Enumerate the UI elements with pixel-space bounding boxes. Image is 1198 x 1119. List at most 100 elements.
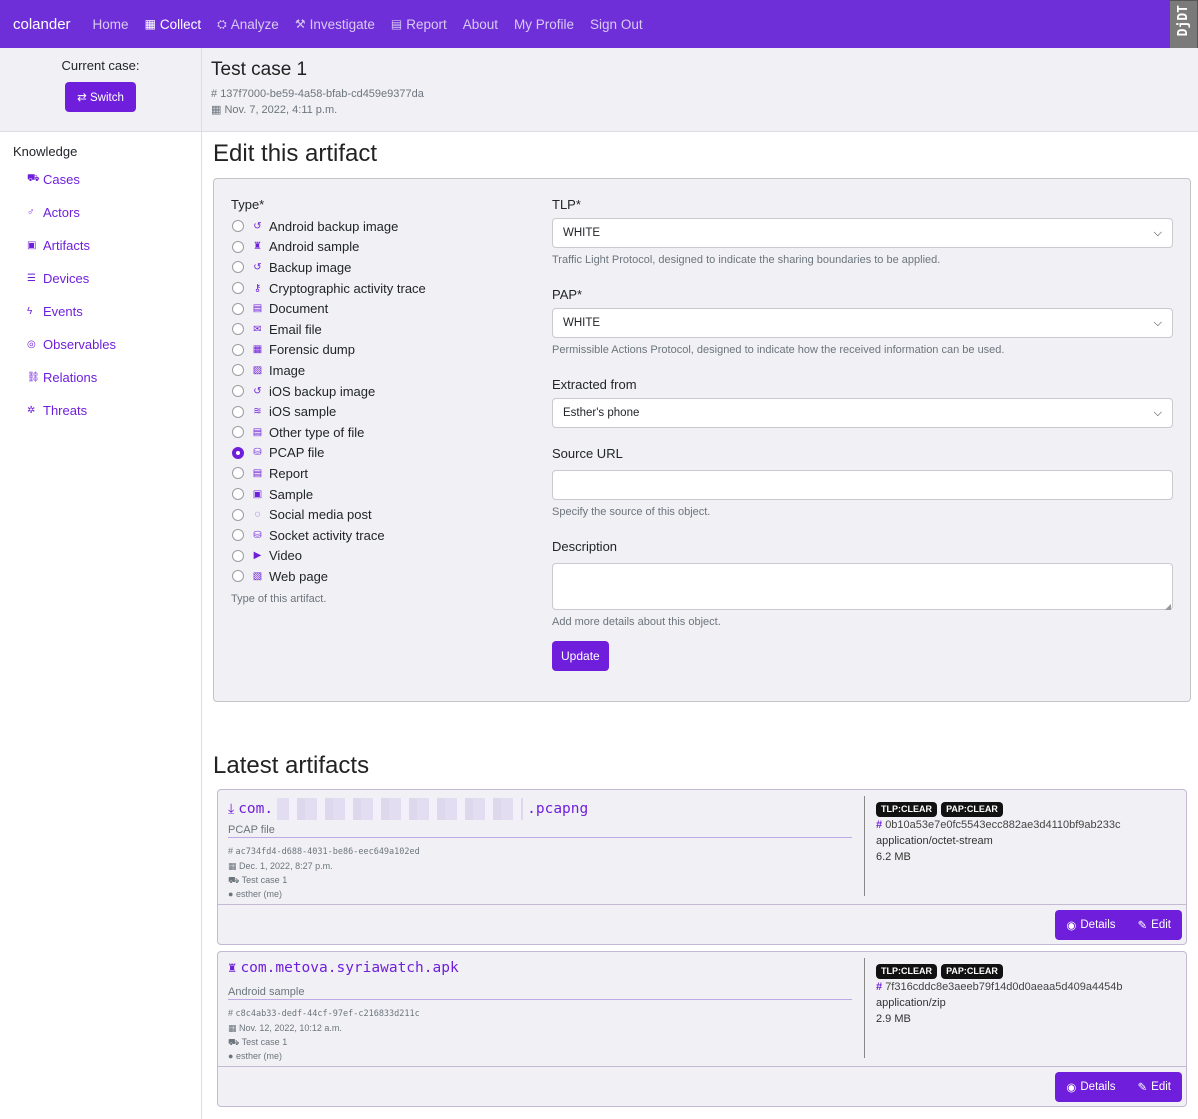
edit-label: Edit bbox=[1151, 1081, 1171, 1093]
brand-logo[interactable]: colander bbox=[13, 16, 71, 33]
file-icon: ▤ bbox=[390, 17, 403, 31]
type-option-icon: ⛁ bbox=[253, 529, 262, 541]
type-radio[interactable] bbox=[232, 467, 244, 480]
type-option-icon: ⚷ bbox=[253, 282, 262, 294]
sidebar-item-artifacts[interactable]: ▣ Artifacts bbox=[13, 229, 188, 262]
nav-sign-out[interactable]: Sign Out bbox=[590, 17, 643, 32]
type-option-label: Social media post bbox=[269, 507, 372, 523]
type-help: Type of this artifact. bbox=[231, 592, 327, 605]
type-option-label: Email file bbox=[269, 321, 322, 337]
sidebar-item-devices[interactable]: ☰ Devices bbox=[13, 262, 188, 295]
type-option[interactable]: ↺ Android backup image bbox=[231, 216, 531, 237]
extracted-from-select[interactable]: Esther's phone ⌵ bbox=[552, 398, 1173, 428]
type-option[interactable]: ⛁ Socket activity trace bbox=[231, 525, 531, 546]
nav-collect[interactable]: ▦ Collect bbox=[145, 17, 202, 32]
type-radio[interactable] bbox=[232, 343, 244, 356]
sidebar-item-events[interactable]: ϟ Events bbox=[13, 295, 188, 328]
type-radio[interactable] bbox=[232, 282, 244, 295]
nav-investigate[interactable]: ⚒ Investigate bbox=[295, 17, 375, 32]
artifact-date: Nov. 12, 2022, 10:12 a.m. bbox=[239, 1023, 342, 1033]
type-option[interactable]: ◌ Social media post bbox=[231, 504, 531, 525]
type-radio-checked[interactable] bbox=[232, 446, 244, 459]
sidebar-item-actors[interactable]: ♂ Actors bbox=[13, 196, 188, 229]
type-option[interactable]: ▣ Sample bbox=[231, 484, 531, 505]
divider bbox=[864, 958, 865, 1058]
nav-my-profile[interactable]: My Profile bbox=[514, 17, 574, 32]
latest-artifacts-heading: Latest artifacts bbox=[213, 752, 370, 779]
type-radio[interactable] bbox=[232, 240, 244, 253]
artifact-name[interactable]: ♜ com.metova.syriawatch.apk bbox=[228, 960, 459, 976]
type-radio[interactable] bbox=[232, 570, 244, 583]
description-textarea[interactable] bbox=[552, 563, 1173, 611]
edit-icon: ✎ bbox=[1137, 1082, 1148, 1094]
type-option-selected[interactable]: ⛁ PCAP file bbox=[231, 443, 531, 464]
type-option-label: Android backup image bbox=[269, 218, 399, 234]
type-option[interactable]: ≋ iOS sample bbox=[231, 401, 531, 422]
chevron-down-icon: ⌵ bbox=[1153, 316, 1162, 329]
nav-about[interactable]: About bbox=[463, 17, 498, 32]
chevron-down-icon: ⌵ bbox=[1153, 406, 1162, 419]
type-option-icon: ≋ bbox=[253, 406, 262, 418]
type-option[interactable]: ▤ Document bbox=[231, 298, 531, 319]
details-button[interactable]: ◉ Details bbox=[1055, 910, 1127, 940]
type-option[interactable]: ▤ Other type of file bbox=[231, 422, 531, 443]
artifact-case: Test case 1 bbox=[241, 875, 288, 885]
type-option[interactable]: ▦ Forensic dump bbox=[231, 340, 531, 361]
source-url-help: Specify the source of this object. bbox=[552, 506, 711, 518]
type-option[interactable]: ↺ Backup image bbox=[231, 257, 531, 278]
sidebar-item-threats[interactable]: ✲ Threats bbox=[13, 394, 188, 427]
type-radio[interactable] bbox=[232, 261, 244, 274]
type-radio[interactable] bbox=[232, 364, 244, 377]
update-button[interactable]: Update bbox=[552, 641, 609, 671]
edit-button[interactable]: ✎ Edit bbox=[1126, 910, 1182, 940]
nav-investigate-label: Investigate bbox=[309, 16, 375, 32]
details-button[interactable]: ◉ Details bbox=[1055, 1072, 1127, 1102]
nav-analyze[interactable]: ⛭ Analyze bbox=[217, 17, 279, 32]
type-option[interactable]: ♜ Android sample bbox=[231, 237, 531, 258]
type-option-icon: ▦ bbox=[252, 344, 263, 356]
tlp-select[interactable]: WHITE ⌵ bbox=[552, 218, 1173, 248]
artifact-name[interactable]: ⤓ com. .pcapng bbox=[228, 798, 588, 820]
type-option[interactable]: ▨ Image bbox=[231, 360, 531, 381]
source-url-input[interactable] bbox=[552, 470, 1173, 500]
type-option[interactable]: ↺ iOS backup image bbox=[231, 381, 531, 402]
nav-report[interactable]: ▤ Report bbox=[391, 17, 447, 32]
type-option[interactable]: ▤ Report bbox=[231, 463, 531, 484]
current-case-label: Current case: bbox=[61, 58, 140, 73]
type-option[interactable]: ⚷ Cryptographic activity trace bbox=[231, 278, 531, 299]
sidebar-item-label: Devices bbox=[43, 271, 90, 286]
extracted-from-value: Esther's phone bbox=[563, 407, 640, 419]
type-radio[interactable] bbox=[232, 426, 244, 439]
pap-select[interactable]: WHITE ⌵ bbox=[552, 308, 1173, 338]
type-option[interactable]: ▧ Web page bbox=[231, 566, 531, 587]
description-label: Description bbox=[552, 539, 618, 554]
type-option[interactable]: ✉ Email file bbox=[231, 319, 531, 340]
nav-home[interactable]: Home bbox=[93, 17, 129, 32]
type-option-label: Forensic dump bbox=[269, 342, 355, 358]
type-radio[interactable] bbox=[232, 220, 244, 233]
type-radio[interactable] bbox=[232, 385, 244, 398]
type-radio[interactable] bbox=[232, 302, 244, 315]
edit-button[interactable]: ✎ Edit bbox=[1126, 1072, 1182, 1102]
type-option-label: Report bbox=[269, 465, 309, 481]
type-radio[interactable] bbox=[232, 508, 244, 521]
nav-analyze-label: Analyze bbox=[230, 16, 279, 32]
sidebar-item-relations[interactable]: ⛓ Relations bbox=[13, 361, 188, 394]
type-radio[interactable] bbox=[232, 529, 244, 542]
chevron-down-icon: ⌵ bbox=[1153, 226, 1162, 239]
sidebar-item-observables[interactable]: ◎ Observables bbox=[13, 328, 188, 361]
type-radio[interactable] bbox=[232, 488, 244, 501]
type-option-label: Other type of file bbox=[269, 424, 365, 440]
pap-select-value: WHITE bbox=[563, 317, 601, 329]
sidebar-item-label: Cases bbox=[43, 172, 80, 187]
switch-case-button[interactable]: ⇄ Switch bbox=[65, 82, 136, 112]
case-meta: # 137f7000-be59-4a58-bfab-cd459e9377da ▦… bbox=[211, 86, 1198, 118]
type-radio[interactable] bbox=[232, 549, 244, 562]
artifact-id: ac734fd4-d688-4031-be86-eec649a102ed bbox=[235, 847, 420, 857]
type-option-icon: ↺ bbox=[253, 220, 262, 232]
tlp-select-value: WHITE bbox=[563, 227, 601, 239]
type-radio[interactable] bbox=[232, 323, 244, 336]
type-radio[interactable] bbox=[232, 405, 244, 418]
type-option[interactable]: ▶ Video bbox=[231, 546, 531, 567]
sidebar-item-cases[interactable]: ⛟ Cases bbox=[13, 163, 188, 196]
